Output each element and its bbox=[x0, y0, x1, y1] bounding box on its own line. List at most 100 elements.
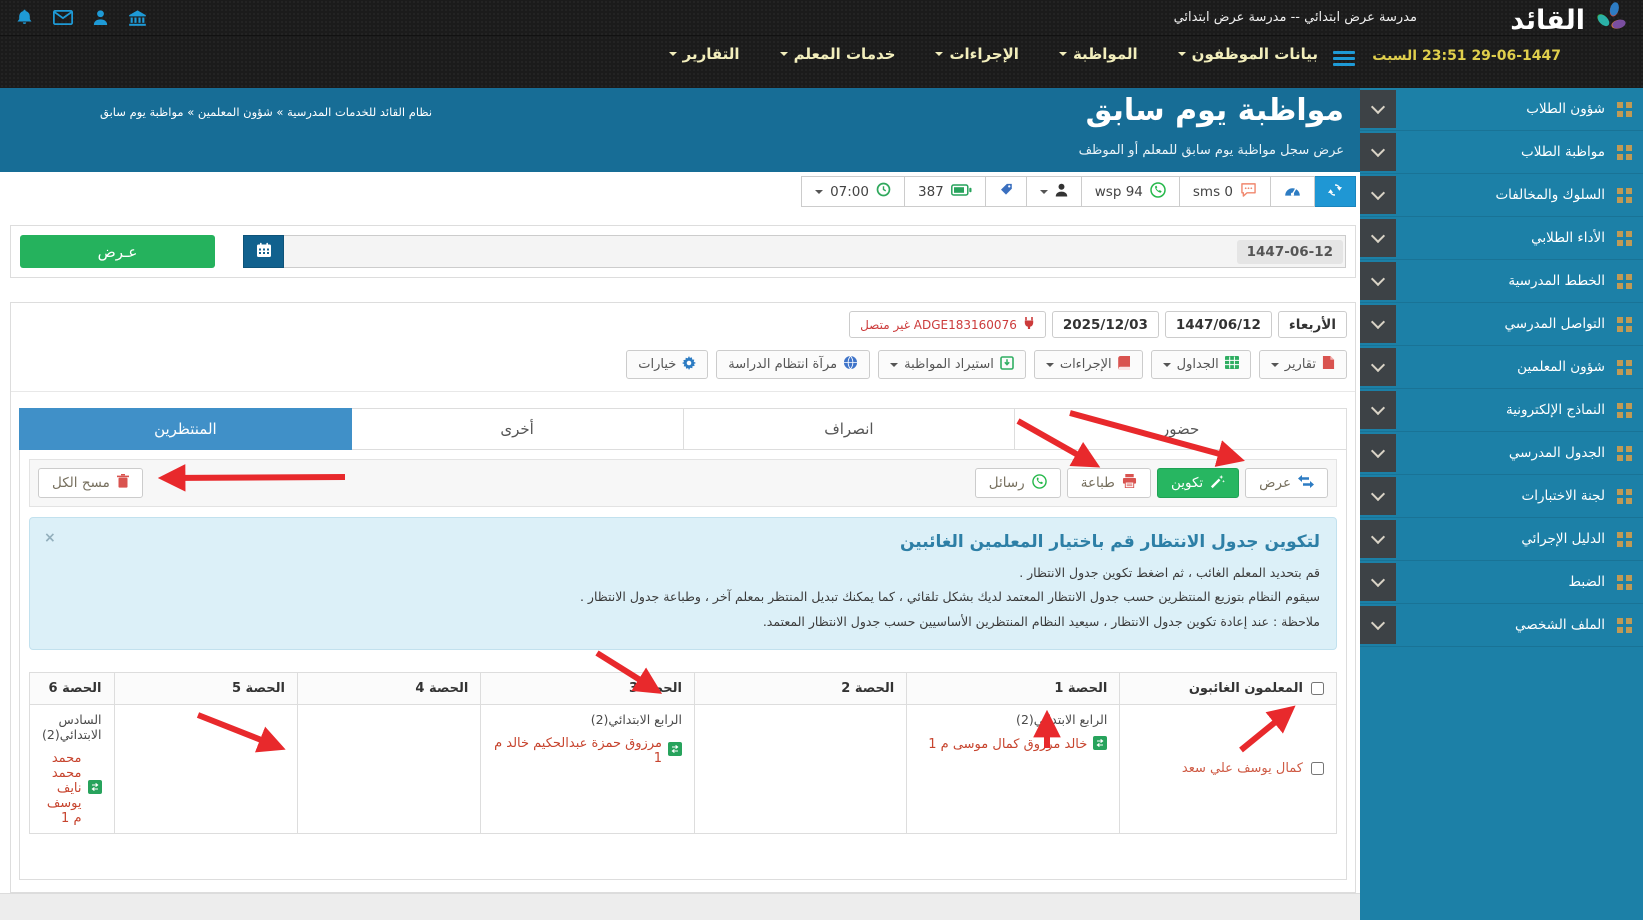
chevron-down-icon[interactable] bbox=[1360, 176, 1396, 214]
chevron-down-icon[interactable] bbox=[1360, 262, 1396, 300]
nav-item-attendance[interactable]: المواظبة bbox=[1059, 45, 1138, 63]
date-input[interactable]: 1447-06-12 bbox=[284, 235, 1346, 268]
chevron-down-icon[interactable] bbox=[1360, 563, 1396, 601]
reports-button[interactable]: تقارير bbox=[1259, 350, 1347, 379]
battery-count-button[interactable]: 387 bbox=[904, 176, 986, 207]
import-attendance-button[interactable]: استيراد المواظبة bbox=[878, 350, 1026, 379]
bank-icon[interactable] bbox=[128, 9, 147, 26]
select-all-checkbox[interactable] bbox=[1311, 682, 1324, 695]
sidebar-item-profile[interactable]: الملف الشخصي bbox=[1360, 604, 1643, 647]
caret-down-icon bbox=[1046, 363, 1054, 367]
view-button[interactable]: عـرض bbox=[20, 235, 215, 268]
chevron-down-icon[interactable] bbox=[1360, 133, 1396, 171]
user-icon bbox=[1055, 183, 1068, 201]
current-datetime: 29-06-1447 23:51 السبت bbox=[1372, 48, 1561, 64]
procedures-button[interactable]: الإجراءات bbox=[1034, 350, 1143, 379]
whatsapp-count-button[interactable]: wsp 94 bbox=[1081, 176, 1180, 207]
nav-item-employees-data[interactable]: بيانات الموظفون bbox=[1178, 45, 1318, 63]
grid-icon bbox=[1617, 532, 1623, 538]
column-absent-teachers: المعلمون الغائبون bbox=[1120, 672, 1337, 704]
close-icon[interactable]: × bbox=[44, 530, 56, 546]
absent-teacher-name: كمال يوسف علي سعد bbox=[1182, 761, 1303, 776]
sidebar-item-procedural-guide[interactable]: الدليل الإجرائي bbox=[1360, 518, 1643, 561]
nav-item-procedures[interactable]: الإجراءات bbox=[935, 45, 1018, 63]
mail-icon[interactable] bbox=[53, 10, 73, 25]
grid-icon bbox=[1617, 446, 1623, 452]
battery-icon bbox=[951, 184, 972, 200]
footer-bar bbox=[0, 893, 1360, 920]
chevron-down-icon[interactable] bbox=[1360, 477, 1396, 515]
nav-item-reports[interactable]: التقارير bbox=[669, 45, 740, 63]
substitute-swap-icon[interactable] bbox=[88, 780, 102, 797]
tab-leave[interactable]: انصراف bbox=[683, 408, 1016, 450]
substitute-teacher-name[interactable]: محمد محمد نايف يوسف م 1 bbox=[42, 751, 82, 826]
options-button[interactable]: خيارات bbox=[626, 350, 708, 379]
school-name: مدرسة عرض ابتدائي -- مدرسة عرض ابتدائي bbox=[1174, 10, 1417, 25]
device-status-box: ADGE183160076 غير متصل bbox=[849, 311, 1046, 338]
chevron-down-icon[interactable] bbox=[1360, 305, 1396, 343]
period-5-cell bbox=[114, 704, 297, 833]
sidebar-item-school-communication[interactable]: التواصل المدرسي bbox=[1360, 303, 1643, 346]
substitute-swap-icon[interactable] bbox=[1093, 736, 1107, 753]
sidebar-item-settings-control[interactable]: الضبط bbox=[1360, 561, 1643, 604]
attendance-panel: الأربعاء 1447/06/12 2025/12/03 ADGE18316… bbox=[10, 302, 1356, 893]
messages-waiting-button[interactable]: رسائل bbox=[975, 468, 1061, 498]
column-period-4: الحصة 4 bbox=[297, 672, 480, 704]
calendar-button[interactable] bbox=[243, 235, 284, 268]
substitute-teacher-name[interactable]: خالد مرزوق كمال موسى م 1 bbox=[928, 737, 1087, 752]
nav-item-teacher-services[interactable]: خدمات المعلم bbox=[780, 45, 896, 63]
import-icon bbox=[1000, 356, 1014, 374]
attachment-button[interactable] bbox=[985, 176, 1027, 207]
menu-icon[interactable] bbox=[1333, 51, 1355, 66]
status-row: الأربعاء 1447/06/12 2025/12/03 ADGE18316… bbox=[11, 303, 1355, 338]
sidebar-item-behavior[interactable]: السلوك والمخالفات bbox=[1360, 174, 1643, 217]
bell-icon[interactable] bbox=[16, 8, 33, 26]
clear-all-button[interactable]: مسح الكل bbox=[38, 468, 143, 498]
chevron-down-icon[interactable] bbox=[1360, 219, 1396, 257]
chat-icon bbox=[1240, 182, 1257, 201]
sidebar-item-student-affairs[interactable]: شؤون الطلاب bbox=[1360, 88, 1643, 131]
time-select-button[interactable]: 07:00 bbox=[801, 176, 905, 207]
sidebar-item-student-performance[interactable]: الأداء الطلابي bbox=[1360, 217, 1643, 260]
chevron-down-icon[interactable] bbox=[1360, 606, 1396, 644]
print-waiting-button[interactable]: طباعة bbox=[1067, 468, 1151, 498]
user-icon[interactable] bbox=[93, 9, 108, 26]
sidebar-item-eforms[interactable]: النماذج الإلكترونية bbox=[1360, 389, 1643, 432]
compose-waiting-button[interactable]: تكوين bbox=[1157, 468, 1239, 498]
schedules-button[interactable]: الجداول bbox=[1151, 350, 1251, 379]
teacher-row-checkbox[interactable] bbox=[1311, 762, 1324, 775]
substitute-teacher-name[interactable]: مرزوق حمزة عبدالحكيم خالد م 1 bbox=[493, 736, 662, 766]
breadcrumb[interactable]: نظام القائد للخدمات المدرسية » شؤون المع… bbox=[100, 105, 432, 119]
sidebar-item-school-schedule[interactable]: الجدول المدرسي bbox=[1360, 432, 1643, 475]
sidebar-item-school-plans[interactable]: الخطط المدرسية bbox=[1360, 260, 1643, 303]
logo-flower-icon bbox=[1595, 1, 1629, 39]
sidebar-item-exams-committee[interactable]: لجنة الاختبارات bbox=[1360, 475, 1643, 518]
column-period-5: الحصة 5 bbox=[114, 672, 297, 704]
column-period-1: الحصة 1 bbox=[907, 672, 1120, 704]
chevron-down-icon[interactable] bbox=[1360, 90, 1396, 128]
app-name: القائد bbox=[1510, 5, 1585, 36]
tab-attendance[interactable]: حضور bbox=[1014, 408, 1347, 450]
tab-waiting[interactable]: المنتظرين bbox=[19, 408, 352, 450]
sidebar-item-student-attendance[interactable]: مواظبة الطلاب bbox=[1360, 131, 1643, 174]
tab-other[interactable]: أخرى bbox=[351, 408, 684, 450]
user-menu-button[interactable] bbox=[1026, 176, 1082, 207]
substitute-swap-icon[interactable] bbox=[668, 742, 682, 759]
period-2-cell bbox=[694, 704, 906, 833]
sms-count-button[interactable]: sms 0 bbox=[1179, 176, 1271, 207]
chevron-down-icon[interactable] bbox=[1360, 434, 1396, 472]
chevron-down-icon[interactable] bbox=[1360, 520, 1396, 558]
grid-icon bbox=[1617, 274, 1623, 280]
sidebar-item-teacher-affairs[interactable]: شؤون المعلمين bbox=[1360, 346, 1643, 389]
study-mirror-button[interactable]: مرآة انتظام الدراسة bbox=[716, 350, 870, 379]
grid-icon bbox=[1617, 618, 1623, 624]
grid-icon bbox=[1617, 102, 1623, 108]
caret-down-icon bbox=[669, 52, 677, 56]
view-waiting-button[interactable]: عرض bbox=[1245, 468, 1328, 498]
chevron-down-icon[interactable] bbox=[1360, 391, 1396, 429]
whatsapp-icon bbox=[1150, 182, 1166, 202]
plug-icon bbox=[1023, 317, 1035, 332]
chevron-down-icon[interactable] bbox=[1360, 348, 1396, 386]
dashboard-button[interactable] bbox=[1270, 176, 1315, 207]
refresh-button[interactable] bbox=[1314, 176, 1356, 207]
